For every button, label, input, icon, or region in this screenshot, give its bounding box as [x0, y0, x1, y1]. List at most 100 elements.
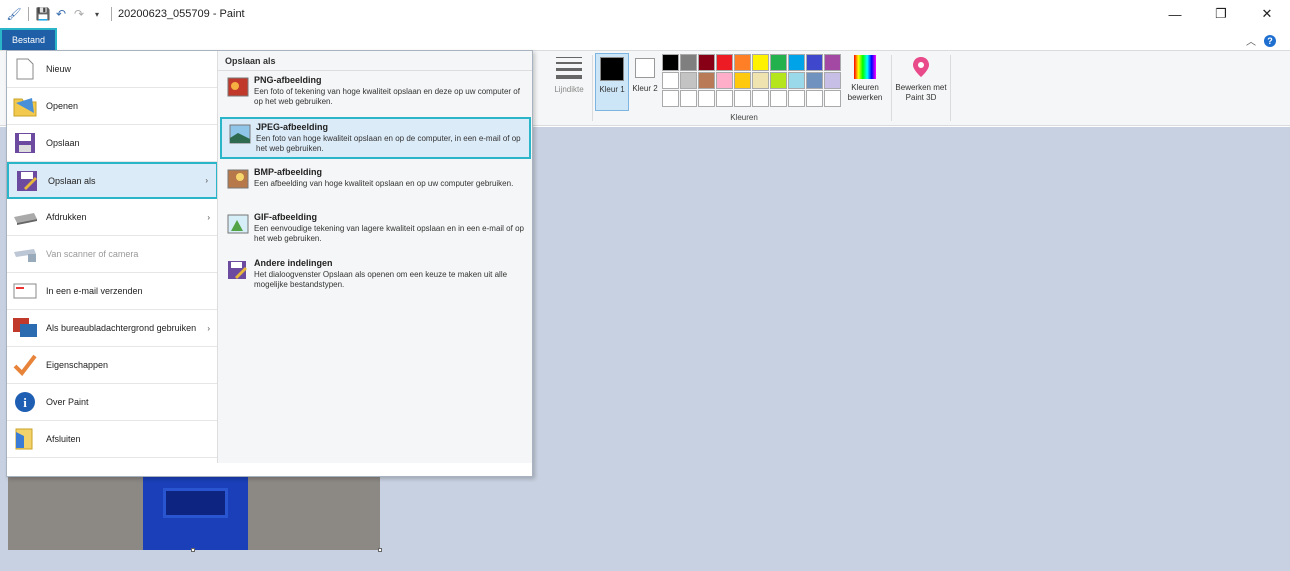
- resize-handle-bottom[interactable]: [191, 548, 195, 552]
- color-swatch[interactable]: [824, 90, 841, 107]
- color-swatch[interactable]: [716, 90, 733, 107]
- color-swatch[interactable]: [806, 54, 823, 71]
- submenu-arrow-icon: ›: [207, 323, 210, 333]
- color-palette: [662, 54, 841, 107]
- color-swatch[interactable]: [698, 72, 715, 89]
- format-title: GIF-afbeelding: [254, 212, 317, 222]
- color-swatch[interactable]: [734, 54, 751, 71]
- color-swatch[interactable]: [788, 90, 805, 107]
- format-description: Een eenvoudige tekening van lagere kwali…: [254, 224, 524, 243]
- menu-item-label: In een e-mail verzenden: [46, 286, 143, 296]
- color-swatch[interactable]: [662, 90, 679, 107]
- group-separator: [592, 55, 593, 121]
- color-swatch[interactable]: [680, 90, 697, 107]
- color-swatch[interactable]: [824, 54, 841, 71]
- file-tab[interactable]: Bestand: [0, 28, 57, 52]
- save-as-submenu: Opslaan als PNG-afbeelding Een foto of t…: [217, 51, 532, 463]
- save-as-png[interactable]: PNG-afbeelding Een foto of tekening van …: [220, 72, 531, 110]
- save-as-gif[interactable]: GIF-afbeelding Een eenvoudige tekening v…: [220, 209, 531, 247]
- window-controls: — ❐ ✕: [1152, 0, 1290, 28]
- window-title: 20200623_055709 - Paint: [118, 8, 245, 20]
- menu-item-save[interactable]: Opslaan: [7, 125, 218, 162]
- paint3d-icon: [910, 55, 932, 79]
- menu-item-label: Opslaan als: [48, 175, 96, 186]
- color-swatch[interactable]: [698, 54, 715, 71]
- save-as-icon: [14, 168, 40, 194]
- color-swatch[interactable]: [716, 72, 733, 89]
- format-description: Een afbeelding van hoge kwaliteit opslaa…: [254, 179, 514, 188]
- format-description: Een foto of tekening van hoge kwaliteit …: [254, 87, 520, 106]
- menu-item-print[interactable]: Afdrukken ›: [7, 199, 218, 236]
- file-menu-items: Nieuw Openen Opslaan Opslaan als › Afdru…: [7, 51, 218, 465]
- color2-button[interactable]: Kleur 2: [631, 53, 659, 111]
- collapse-ribbon-icon[interactable]: ︿: [1246, 33, 1256, 48]
- color-swatch[interactable]: [770, 72, 787, 89]
- menu-item-label: Over Paint: [46, 397, 89, 407]
- color-swatch[interactable]: [770, 54, 787, 71]
- quick-access-toolbar: 🖌 💾 ↶ ↷ ▾: [0, 0, 116, 28]
- save-as-bmp[interactable]: BMP-afbeelding Een afbeelding van hoge k…: [220, 164, 531, 192]
- color-swatch[interactable]: [806, 90, 823, 107]
- color-swatch[interactable]: [752, 54, 769, 71]
- printer-icon: [12, 204, 38, 230]
- save-as-other-formats[interactable]: Andere indelingen Het dialoogvenster Ops…: [220, 255, 531, 293]
- group-separator: [891, 55, 892, 121]
- menu-item-new[interactable]: Nieuw: [7, 51, 218, 88]
- exit-icon: [12, 426, 38, 452]
- color-swatch[interactable]: [788, 72, 805, 89]
- color-swatch[interactable]: [806, 72, 823, 89]
- color-swatch[interactable]: [734, 90, 751, 107]
- color-swatch[interactable]: [662, 72, 679, 89]
- resize-handle-corner[interactable]: [378, 548, 382, 552]
- color-swatch[interactable]: [752, 90, 769, 107]
- edit-with-paint3d-button[interactable]: Bewerken met Paint 3D: [893, 54, 949, 103]
- color-swatch[interactable]: [680, 72, 697, 89]
- color-swatch[interactable]: [824, 72, 841, 89]
- svg-text:i: i: [23, 395, 27, 410]
- menu-item-label: Als bureaubladachtergrond gebruiken: [46, 323, 197, 333]
- minimize-button[interactable]: —: [1152, 0, 1198, 28]
- menu-item-label: Van scanner of camera: [46, 249, 139, 259]
- format-description: Een foto van hoge kwaliteit opslaan en o…: [256, 134, 521, 153]
- color2-label: Kleur 2: [632, 84, 658, 93]
- menu-item-save-as[interactable]: Opslaan als ›: [7, 162, 218, 199]
- menu-item-properties[interactable]: Eigenschappen: [7, 347, 218, 384]
- color-swatch[interactable]: [698, 90, 715, 107]
- color2-swatch: [635, 58, 655, 78]
- close-button[interactable]: ✕: [1244, 0, 1290, 28]
- menu-item-open[interactable]: Openen: [7, 88, 218, 125]
- line-width-button[interactable]: Lijndikte: [546, 51, 592, 125]
- menu-item-scanner[interactable]: Van scanner of camera: [7, 236, 218, 273]
- new-file-icon: [12, 56, 38, 82]
- menu-item-exit[interactable]: Afsluiten: [7, 421, 218, 458]
- color-swatch[interactable]: [716, 54, 733, 71]
- format-description: Het dialoogvenster Opslaan als openen om…: [254, 270, 508, 289]
- color-swatch[interactable]: [752, 72, 769, 89]
- customize-qat-icon[interactable]: ▾: [89, 6, 105, 22]
- edit-colors-button[interactable]: Kleuren bewerken: [843, 54, 887, 103]
- color-swatch[interactable]: [770, 90, 787, 107]
- undo-icon[interactable]: ↶: [53, 6, 69, 22]
- menu-item-label: Afdrukken: [46, 212, 87, 222]
- menu-item-label: Openen: [46, 101, 79, 111]
- color-swatch[interactable]: [788, 54, 805, 71]
- color-swatch[interactable]: [734, 72, 751, 89]
- menu-item-desktop-background[interactable]: Als bureaubladachtergrond gebruiken ›: [7, 310, 218, 347]
- color-swatch[interactable]: [680, 54, 697, 71]
- color-spectrum-icon: [854, 55, 876, 79]
- color1-swatch: [600, 57, 624, 81]
- help-icon[interactable]: ?: [1264, 34, 1276, 47]
- png-image-icon: [227, 77, 249, 97]
- color1-button[interactable]: Kleur 1: [595, 53, 629, 111]
- qat-separator: [28, 7, 29, 21]
- menu-item-email[interactable]: In een e-mail verzenden: [7, 273, 218, 310]
- format-title: BMP-afbeelding: [254, 167, 323, 177]
- restore-button[interactable]: ❐: [1198, 0, 1244, 28]
- save-as-jpeg[interactable]: JPEG-afbeelding Een foto van hoge kwalit…: [220, 117, 531, 159]
- color-swatch[interactable]: [662, 54, 679, 71]
- redo-icon[interactable]: ↷: [71, 6, 87, 22]
- save-icon[interactable]: 💾: [35, 6, 51, 22]
- menu-item-label: Afsluiten: [46, 434, 81, 444]
- menu-item-about[interactable]: i Over Paint: [7, 384, 218, 421]
- help-area: ︿ ?: [1246, 33, 1276, 48]
